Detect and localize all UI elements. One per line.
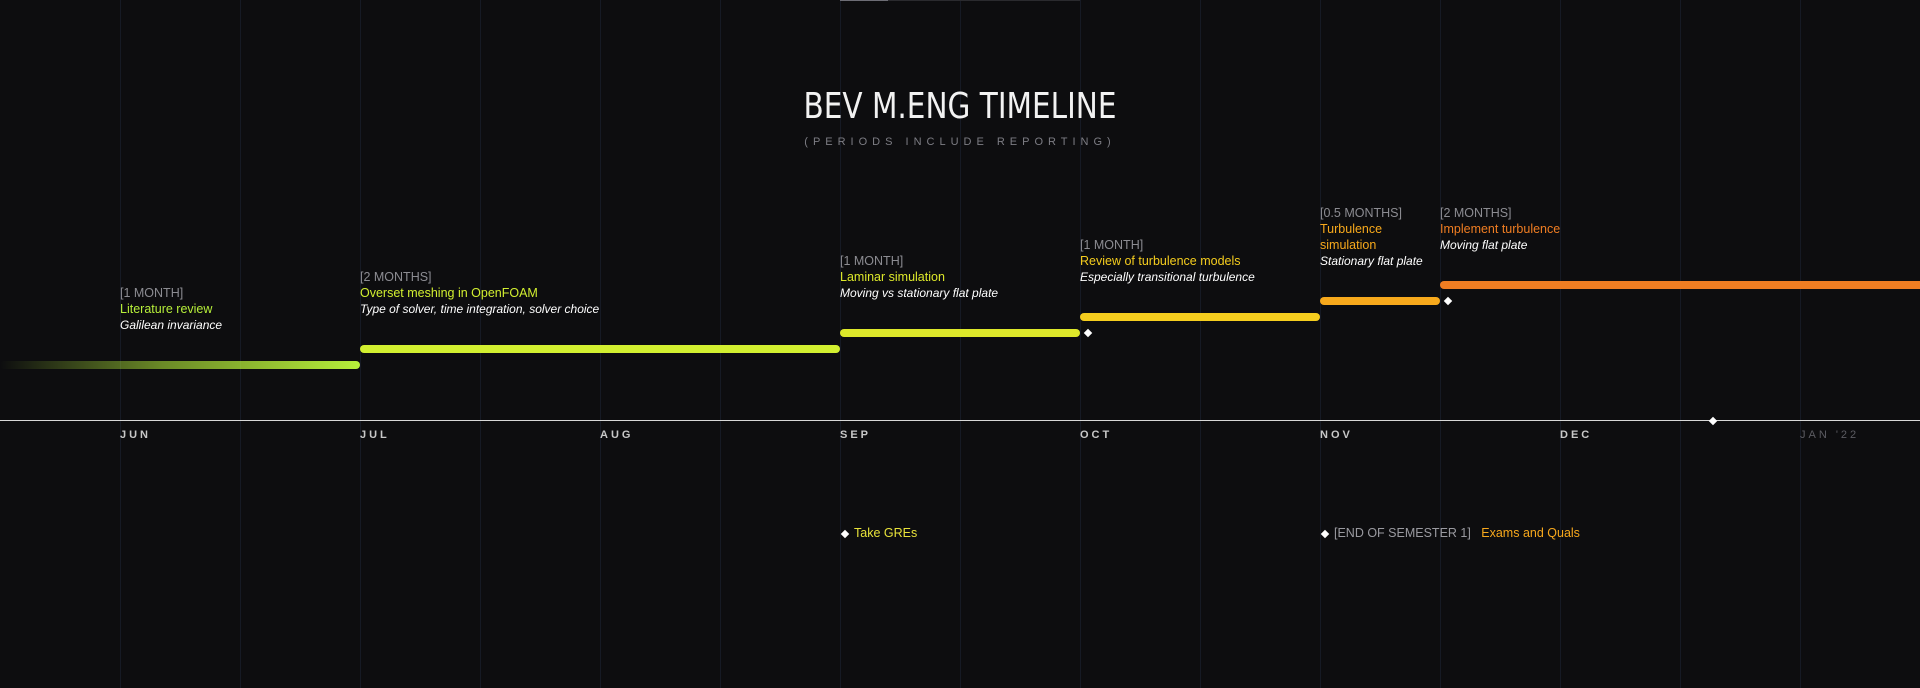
event-tag: [END OF SEMESTER 1]	[1334, 526, 1471, 540]
page-title: BEV M.ENG TIMELINE	[803, 86, 1117, 127]
grid-line	[120, 0, 121, 688]
task-implement-turbulence: [2 MONTHS] Implement turbulence Moving f…	[1440, 205, 1560, 253]
task-laminar-simulation: [1 MONTH] Laminar simulation Moving vs s…	[840, 253, 998, 301]
month-label: AUG	[600, 429, 634, 441]
month-label: DEC	[1560, 429, 1593, 441]
task-name: Literature review	[120, 302, 213, 316]
task-name: Implement turbulence	[1440, 222, 1561, 236]
task-bar-turbulence-simulation	[1320, 297, 1440, 305]
task-bar-implement-turbulence	[1440, 281, 1920, 289]
task-bar-overset-meshing	[360, 345, 840, 353]
task-name: Laminar simulation	[840, 270, 945, 284]
task-bar-review-turbulence-models	[1080, 313, 1320, 321]
task-literature-review: [1 MONTH] Literature review Galilean inv…	[120, 285, 222, 333]
task-duration: [0.5 MONTHS]	[1320, 206, 1402, 220]
month-label: JUL	[360, 429, 390, 441]
diamond-icon	[1443, 296, 1453, 306]
month-label: SEP	[840, 429, 872, 441]
task-name: Turbulence simulation	[1320, 222, 1383, 252]
task-name: Overset meshing in OpenFOAM	[360, 286, 538, 300]
event-label: Take GREs	[854, 526, 918, 540]
page-subtitle: (PERIODS INCLUDE REPORTING)	[804, 136, 1116, 148]
task-note: Moving vs stationary flat plate	[840, 286, 999, 300]
month-label: JUN	[120, 429, 152, 441]
task-note: Especially transitional turbulence	[1080, 270, 1255, 284]
event-label: Exams and Quals	[1481, 526, 1580, 540]
diamond-icon	[1083, 328, 1093, 338]
task-review-turbulence-models: [1 MONTH] Review of turbulence models Es…	[1080, 237, 1255, 285]
task-duration: [1 MONTH]	[1080, 238, 1144, 252]
diamond-icon	[1708, 416, 1718, 426]
timeline-axis	[0, 420, 1920, 421]
task-bar-literature-review	[0, 361, 360, 369]
task-bar-laminar-simulation	[840, 329, 1080, 337]
month-label: JAN '22	[1800, 429, 1860, 441]
diamond-icon	[1320, 529, 1330, 539]
task-name: Review of turbulence models	[1080, 254, 1241, 268]
task-duration: [2 MONTHS]	[360, 270, 432, 284]
task-duration: [2 MONTHS]	[1440, 206, 1512, 220]
task-note: Moving flat plate	[1440, 238, 1528, 252]
task-note: Galilean invariance	[120, 318, 223, 332]
task-note: Type of solver, time integration, solver…	[360, 302, 600, 316]
grid-line	[1800, 0, 1801, 688]
month-label: NOV	[1320, 429, 1353, 441]
diamond-icon	[840, 529, 850, 539]
task-note: Stationary flat plate	[1320, 254, 1423, 268]
month-label: OCT	[1080, 429, 1113, 441]
task-duration: [1 MONTH]	[840, 254, 904, 268]
task-turbulence-simulation: [0.5 MONTHS] Turbulence simulation Stati…	[1320, 205, 1425, 269]
task-duration: [1 MONTH]	[120, 286, 184, 300]
scroll-indicator-thumb[interactable]	[840, 0, 888, 1]
task-overset-meshing: [2 MONTHS] Overset meshing in OpenFOAM T…	[360, 269, 599, 317]
event-take-gres: Take GREs	[854, 526, 917, 540]
event-end-of-semester: [END OF SEMESTER 1] Exams and Quals	[1334, 526, 1580, 540]
